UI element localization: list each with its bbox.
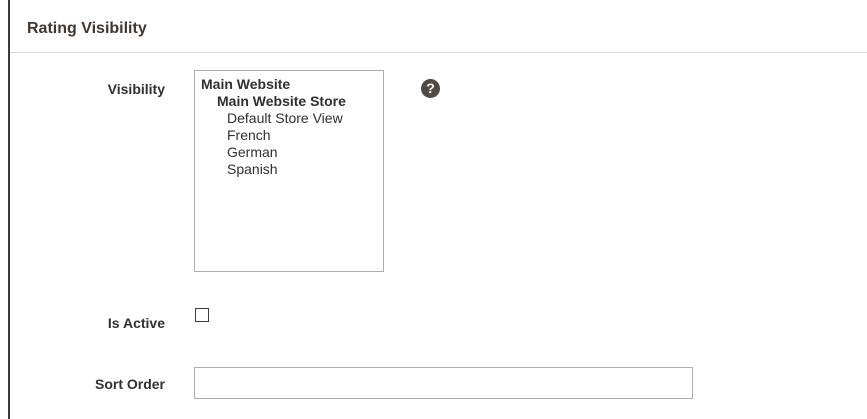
option-group-website: Main Website: [201, 76, 291, 92]
store-view-option[interactable]: Default Store View: [201, 110, 377, 127]
section-left-border: [8, 0, 10, 419]
sort-order-label: Sort Order: [94, 376, 165, 392]
visibility-label: Visibility: [107, 81, 165, 97]
visibility-multiselect[interactable]: Main Website Main Website Store Default …: [194, 70, 384, 272]
is-active-label: Is Active: [107, 315, 165, 331]
question-mark-icon[interactable]: ?: [421, 79, 440, 98]
option-group-store: Main Website Store: [217, 93, 346, 109]
sort-order-input[interactable]: [194, 367, 693, 399]
section-divider: [10, 52, 867, 53]
is-active-checkbox[interactable]: [195, 308, 209, 322]
section-title: Rating Visibility: [27, 20, 147, 37]
store-view-option[interactable]: German: [201, 144, 377, 161]
store-view-option[interactable]: French: [201, 127, 377, 144]
store-view-option[interactable]: Spanish: [201, 161, 377, 178]
